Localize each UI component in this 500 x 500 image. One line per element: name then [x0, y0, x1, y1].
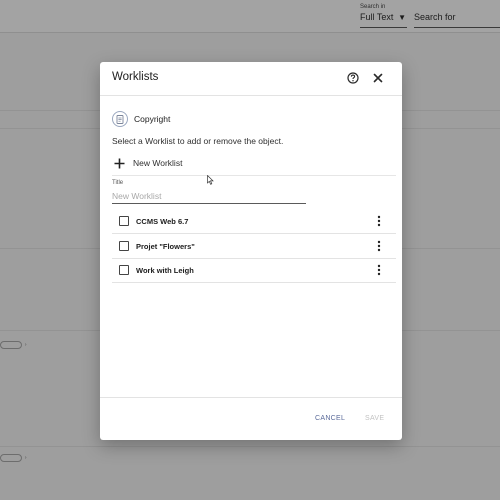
cancel-button[interactable]: CANCEL [315, 415, 345, 422]
worklist-row[interactable]: CCMS Web 6.7 [112, 209, 396, 234]
plus-icon [114, 158, 125, 168]
worklist-checkbox[interactable] [119, 241, 129, 251]
more-vert-icon[interactable] [377, 215, 381, 227]
new-worklist-label: New Worklist [133, 158, 183, 168]
title-field[interactable] [112, 189, 306, 204]
worklists-dialog: Worklists Copyright Select a Worklist to… [100, 62, 402, 440]
background-tag: › [0, 341, 27, 349]
background-pill [0, 341, 22, 349]
search-scope-caption: Search in [360, 4, 386, 10]
worklist-checkbox[interactable] [119, 216, 129, 226]
worklist-name: Projet "Flowers" [136, 241, 195, 251]
divider [112, 175, 396, 176]
caret-down-icon: ▼ [398, 13, 406, 22]
save-button[interactable]: SAVE [365, 415, 384, 422]
background-divider [0, 446, 500, 447]
background-chevron-icon: › [24, 455, 27, 461]
title-field-caption: Title [112, 180, 124, 186]
document-icon [112, 111, 128, 127]
worklist-name: Work with Leigh [136, 265, 194, 275]
worklist-checkbox[interactable] [119, 265, 129, 275]
worklist-row[interactable]: Projet "Flowers" [112, 234, 396, 259]
mouse-pointer-icon [207, 175, 214, 185]
search-scope-select: Full Text ▼ [360, 12, 407, 28]
background-tag: › [0, 454, 27, 462]
new-worklist-button[interactable]: New Worklist [114, 156, 182, 170]
background-chevron-icon: › [24, 342, 27, 348]
worklist-name: CCMS Web 6.7 [136, 216, 189, 226]
background-pill [0, 454, 22, 462]
help-icon[interactable] [347, 72, 359, 84]
search-placeholder: Search for [414, 12, 456, 22]
object-name: Copyright [134, 114, 171, 124]
dialog-footer: CANCEL SAVE [100, 397, 402, 441]
more-vert-icon[interactable] [377, 240, 381, 252]
search-scope-value: Full Text [360, 12, 394, 22]
background-app-bar: Search in Full Text ▼ Search for [0, 0, 500, 33]
background-search-input: Search for [414, 12, 500, 28]
instruction-text: Select a Worklist to add or remove the o… [112, 136, 284, 146]
close-icon[interactable] [372, 72, 384, 84]
dialog-title: Worklists [112, 71, 159, 83]
dialog-header: Worklists [100, 62, 402, 96]
object-info: Copyright [112, 110, 170, 128]
worklist-row[interactable]: Work with Leigh [112, 258, 396, 283]
more-vert-icon[interactable] [377, 264, 381, 276]
